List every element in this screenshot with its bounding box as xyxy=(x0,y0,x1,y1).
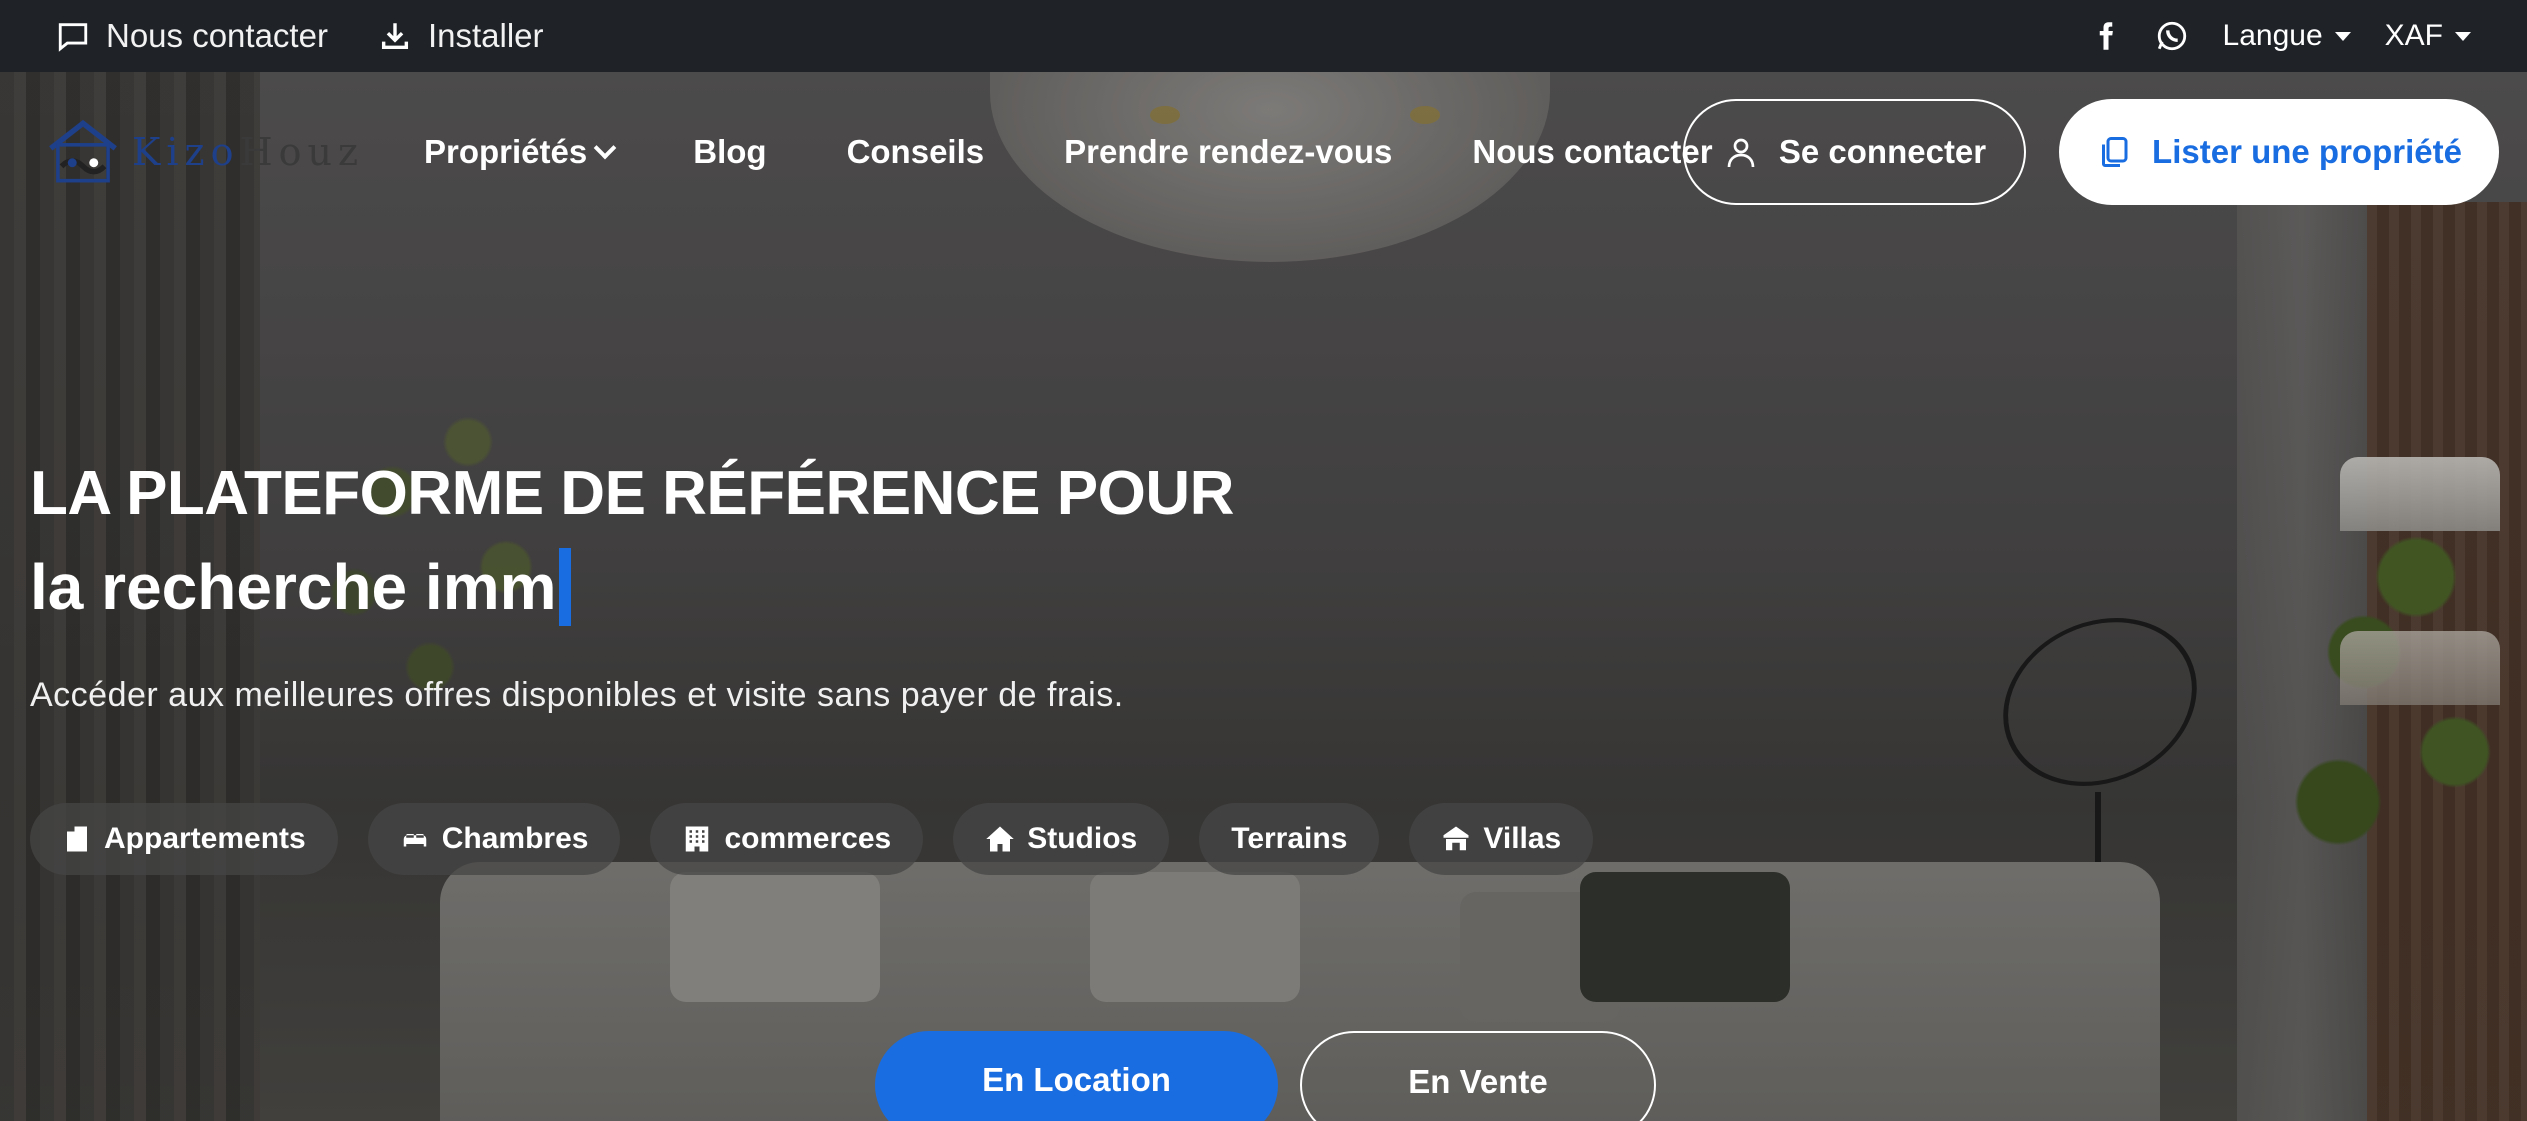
chip-commerces[interactable]: commerces xyxy=(650,803,924,875)
currency-dropdown[interactable]: XAF xyxy=(2385,19,2471,53)
list-property-label: Lister une propriété xyxy=(2152,133,2462,170)
language-dropdown[interactable]: Langue xyxy=(2223,19,2351,53)
tab-sale[interactable]: En Vente xyxy=(1300,1031,1656,1121)
slide-thumbnail[interactable] xyxy=(2340,457,2500,531)
chip-label: Villas xyxy=(1483,822,1562,855)
chip-label: Chambres xyxy=(441,822,589,855)
top-bar: Nous contacter Installer Langue XAF xyxy=(0,0,2527,72)
nav-properties[interactable]: Propriétés xyxy=(424,133,617,171)
typing-cursor xyxy=(558,548,571,626)
hero-typed-text: la recherche imm xyxy=(30,551,557,623)
download-icon xyxy=(381,23,408,50)
nav-appointment[interactable]: Prendre rendez-vous xyxy=(1064,133,1392,171)
caret-down-icon xyxy=(2455,31,2471,41)
bed-icon xyxy=(403,834,426,847)
copy-document-icon xyxy=(2102,137,2128,167)
main-navbar: KizoHouz Propriétés Blog Conseils Prendr… xyxy=(0,72,2527,232)
logo-text-part1: Kizo xyxy=(132,130,240,174)
list-property-button[interactable]: Lister une propriété xyxy=(2059,99,2499,205)
language-label: Langue xyxy=(2222,19,2323,52)
chip-label: commerces xyxy=(724,822,892,855)
currency-label: XAF xyxy=(2384,19,2443,52)
chip-villas[interactable]: Villas xyxy=(1409,803,1594,875)
listing-mode-tabs: En Location En Vente xyxy=(875,1031,1656,1121)
install-link[interactable]: Installer xyxy=(378,17,544,55)
top-contact-link[interactable]: Nous contacter xyxy=(56,17,328,55)
chip-chambres[interactable]: Chambres xyxy=(367,803,621,875)
office-building-icon xyxy=(686,826,709,852)
logo-text: KizoHouz xyxy=(132,130,364,174)
slide-thumbnails xyxy=(2340,457,2500,705)
nav-contact[interactable]: Nous contacter xyxy=(1472,133,1712,171)
caret-down-icon xyxy=(2334,31,2351,41)
slide-thumbnail[interactable] xyxy=(2340,631,2500,705)
nav-conseils[interactable]: Conseils xyxy=(847,133,985,171)
tab-rent[interactable]: En Location xyxy=(875,1031,1278,1121)
chip-appartements[interactable]: Appartements xyxy=(30,803,338,875)
chip-studios[interactable]: Studios xyxy=(953,803,1170,875)
chip-label: Terrains xyxy=(1231,822,1348,855)
top-contact-label: Nous contacter xyxy=(106,17,328,54)
user-icon xyxy=(1727,138,1755,168)
nav-links: Propriétés Blog Conseils Prendre rendez-… xyxy=(424,133,1713,171)
building-icon xyxy=(67,826,87,852)
chip-terrains[interactable]: Terrains xyxy=(1199,803,1380,875)
hero-headline: LA PLATEFORME DE RÉFÉRENCE POUR xyxy=(30,459,1234,528)
login-label: Se connecter xyxy=(1778,133,1987,170)
nav-blog[interactable]: Blog xyxy=(693,133,766,171)
whatsapp-icon[interactable] xyxy=(2155,19,2189,53)
facebook-icon[interactable] xyxy=(2091,19,2121,53)
chip-label: Studios xyxy=(1027,822,1138,855)
top-bar-right: Langue XAF xyxy=(2091,19,2471,53)
category-chips: Appartements Chambres commerces Studios … xyxy=(30,803,1594,875)
chevron-down-icon xyxy=(593,136,617,160)
home-icon xyxy=(986,826,1014,852)
site-logo[interactable]: KizoHouz xyxy=(40,109,400,195)
login-button[interactable]: Se connecter xyxy=(1683,99,2026,205)
nav-properties-label: Propriétés xyxy=(424,133,588,170)
chip-label: Appartements xyxy=(104,822,306,855)
chat-icon xyxy=(58,23,88,52)
top-bar-left: Nous contacter Installer xyxy=(56,17,544,55)
logo-text-part2: Houz xyxy=(239,130,364,174)
hero-typed-headline: la recherche imm xyxy=(30,548,571,626)
hero-subtitle: Accéder aux meilleures offres disponible… xyxy=(30,676,1124,714)
install-label: Installer xyxy=(427,17,544,54)
house-handshake-logo-icon xyxy=(49,119,117,183)
villa-icon xyxy=(1443,826,1469,851)
